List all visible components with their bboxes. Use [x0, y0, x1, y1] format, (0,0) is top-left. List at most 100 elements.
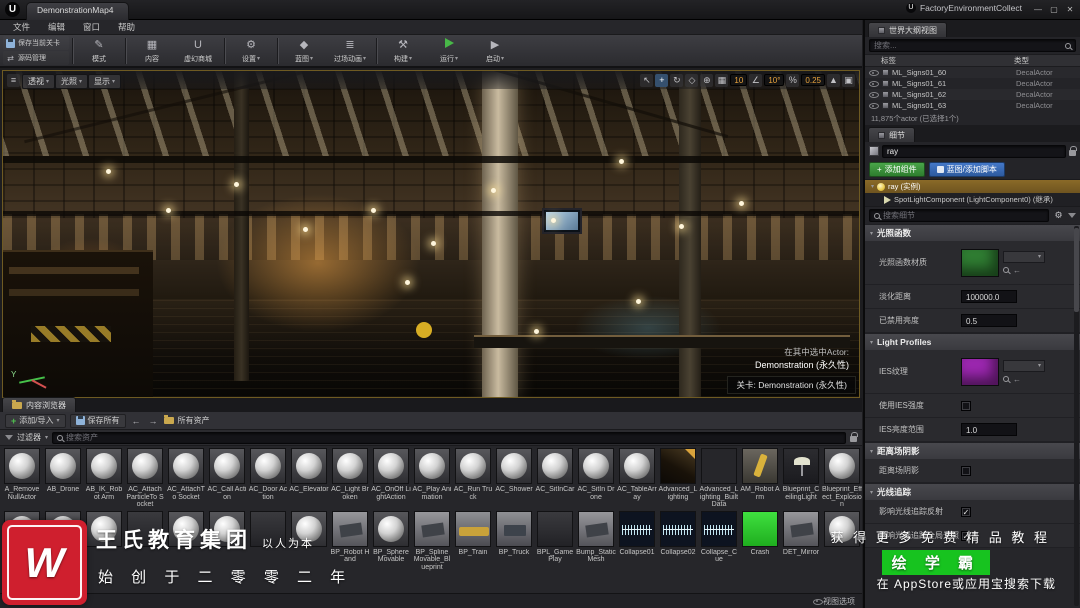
- asset-tile[interactable]: BP_Train: [453, 511, 493, 572]
- actor-name-field[interactable]: ray: [882, 145, 1066, 158]
- breadcrumb[interactable]: 所有资产: [178, 415, 210, 426]
- asset-tile[interactable]: Crash: [740, 511, 780, 572]
- menu-item-1[interactable]: 编辑: [39, 21, 74, 33]
- source-control-button[interactable]: ⇄ 源码管理: [3, 51, 69, 65]
- tab-details[interactable]: 细节: [868, 127, 915, 142]
- view-options-button[interactable]: 视图选项: [823, 596, 855, 607]
- select-tool-icon[interactable]: ↖: [640, 74, 653, 87]
- scale-snap-icon[interactable]: %: [786, 74, 799, 87]
- menu-item-0[interactable]: 文件: [4, 21, 39, 33]
- material-select-dropdown[interactable]: ▾: [1003, 251, 1045, 263]
- asset-tile[interactable]: BP_Sphere Movable: [371, 511, 411, 572]
- asset-tile[interactable]: AC_SitInCar: [535, 448, 575, 509]
- scale-snap-value[interactable]: 0.25: [801, 74, 825, 86]
- asset-tile[interactable]: AB_Drone: [43, 448, 83, 509]
- viewport-show-button[interactable]: 显示▾: [88, 74, 121, 89]
- eye-icon[interactable]: [869, 101, 879, 110]
- rotate-tool-icon[interactable]: ↻: [670, 74, 683, 87]
- asset-search-input[interactable]: 搜索资产: [52, 432, 846, 444]
- asset-tile[interactable]: DET_Mirror: [781, 511, 821, 572]
- details-section-header[interactable]: ▾光线追踪: [865, 483, 1080, 500]
- camera-speed-icon[interactable]: ▲: [827, 74, 840, 87]
- component-tree-item[interactable]: ▾ray (实例): [865, 180, 1080, 193]
- forward-button[interactable]: →: [147, 416, 160, 426]
- maximize-viewport-icon[interactable]: ▣: [842, 74, 855, 87]
- asset-tile[interactable]: BP_Robot Hand: [330, 511, 370, 572]
- asset-tile[interactable]: AC_Elevator: [289, 448, 329, 509]
- scale-tool-icon[interactable]: ◇: [685, 74, 698, 87]
- asset-tile[interactable]: BP_Truck: [494, 511, 534, 572]
- save-level-button[interactable]: 保存当前关卡: [3, 36, 69, 50]
- level-viewport[interactable]: ≡ 透视▾光照▾显示▾ ↖ + ↻ ◇ ⊕ ▦ 10 ∠ 10° % 0.25 …: [2, 70, 860, 398]
- level-tab[interactable]: DemonstrationMap4: [26, 2, 129, 20]
- eye-icon[interactable]: [869, 79, 879, 88]
- asset-tile[interactable]: BP_Spline Movable_Blueprint: [412, 511, 452, 572]
- viewport-lit-button[interactable]: 光照▾: [55, 74, 88, 89]
- asset-tile[interactable]: AC_TableArray: [617, 448, 657, 509]
- outliner-row[interactable]: ML_Signs01_62DecalActor: [865, 89, 1080, 100]
- details-section-header[interactable]: ▾距离场阴影: [865, 442, 1080, 459]
- asset-tile[interactable]: AC_Call Action: [207, 448, 247, 509]
- add-script-button[interactable]: 蓝图/添加脚本: [929, 162, 1005, 177]
- use-selected-icon[interactable]: ←: [1013, 375, 1021, 384]
- asset-tile[interactable]: AB_IK_Robot Arm: [84, 448, 124, 509]
- close-button[interactable]: ✕: [1063, 3, 1077, 17]
- outliner-row[interactable]: ML_Signs01_60DecalActor: [865, 67, 1080, 78]
- details-settings-icon[interactable]: ⚙: [1052, 209, 1065, 222]
- menu-item-2[interactable]: 窗口: [74, 21, 109, 33]
- save-all-button[interactable]: 保存所有: [70, 414, 126, 428]
- outliner-search-input[interactable]: 搜索...: [869, 39, 1076, 52]
- asset-tile[interactable]: AC_Shower: [494, 448, 534, 509]
- current-level-badge[interactable]: 关卡: Demonstration (永久性): [727, 376, 856, 394]
- toolbar-button-settings[interactable]: ⚙设置▾: [228, 35, 274, 66]
- material-swatch[interactable]: [961, 358, 999, 386]
- eye-icon[interactable]: [869, 68, 879, 77]
- viewport-perspective-button[interactable]: 透视▾: [22, 74, 55, 89]
- property-checkbox[interactable]: [961, 401, 971, 411]
- toolbar-button-play[interactable]: 运行▾: [426, 35, 472, 66]
- toolbar-button-blueprints[interactable]: ◆蓝图▾: [281, 35, 327, 66]
- asset-tile[interactable]: AC_Light Broken: [330, 448, 370, 509]
- material-select-dropdown[interactable]: ▾: [1003, 360, 1045, 372]
- toolbar-button-cinematics[interactable]: ≣过场动画▾: [327, 35, 373, 66]
- outliner-row[interactable]: ML_Signs01_61DecalActor: [865, 78, 1080, 89]
- asset-tile[interactable]: Blueprint_Effect_Explosion: [822, 448, 862, 509]
- toolbar-button-build[interactable]: ⚒构建▾: [380, 35, 426, 66]
- component-tree-item[interactable]: SpotLightComponent (LightComponent0) (继承…: [865, 193, 1080, 206]
- asset-tile[interactable]: AM_Robot Arm: [740, 448, 780, 509]
- material-swatch[interactable]: [961, 249, 999, 277]
- column-type[interactable]: 类型: [1014, 55, 1080, 66]
- world-space-icon[interactable]: ⊕: [700, 74, 713, 87]
- toolbar-button-modes[interactable]: ✎模式: [76, 35, 122, 66]
- grid-snap-value[interactable]: 10: [730, 74, 747, 86]
- outliner-row[interactable]: ML_Signs01_63DecalActor: [865, 100, 1080, 111]
- asset-tile[interactable]: Bump_Static Mesh: [576, 511, 616, 572]
- details-scrollbar-thumb[interactable]: [1074, 228, 1079, 312]
- filters-button[interactable]: 过滤器: [17, 432, 41, 443]
- asset-tile[interactable]: AC_Run Truck: [453, 448, 493, 509]
- property-number-input[interactable]: 1.0: [961, 423, 1017, 436]
- asset-tile[interactable]: Collapse01: [617, 511, 657, 572]
- viewport-3d-scene[interactable]: [3, 71, 859, 397]
- toolbar-button-launch[interactable]: ▶启动▾: [472, 35, 518, 66]
- viewport-options-icon[interactable]: ≡: [7, 74, 20, 87]
- tab-world-outliner[interactable]: 世界大纲视图: [868, 22, 947, 37]
- move-tool-icon[interactable]: +: [655, 74, 668, 87]
- toolbar-button-marketplace[interactable]: U虚幻商城: [175, 35, 221, 66]
- asset-tile[interactable]: AC_AttachTo Socket: [166, 448, 206, 509]
- tab-content-browser[interactable]: 内容浏览器: [2, 397, 76, 412]
- asset-tile[interactable]: AC_SitIn Drone: [576, 448, 616, 509]
- add-import-button[interactable]: + 添加/导入 ▾: [5, 414, 66, 428]
- property-checkbox[interactable]: [961, 466, 971, 476]
- asset-tile[interactable]: AC_Door Action: [248, 448, 288, 509]
- asset-tile[interactable]: BPL_Game Play: [535, 511, 575, 572]
- lock-icon[interactable]: [1069, 150, 1076, 156]
- use-selected-icon[interactable]: ←: [1013, 266, 1021, 275]
- maximize-button[interactable]: ▢: [1047, 3, 1061, 17]
- grid-snap-icon[interactable]: ▦: [715, 74, 728, 87]
- asset-tile[interactable]: Collapse02: [658, 511, 698, 572]
- asset-tile[interactable]: A_Remove NullActor: [2, 448, 42, 509]
- property-number-input[interactable]: 0.5: [961, 314, 1017, 327]
- filter-icon[interactable]: [1068, 213, 1076, 218]
- details-section-header[interactable]: ▾光照函数: [865, 224, 1080, 241]
